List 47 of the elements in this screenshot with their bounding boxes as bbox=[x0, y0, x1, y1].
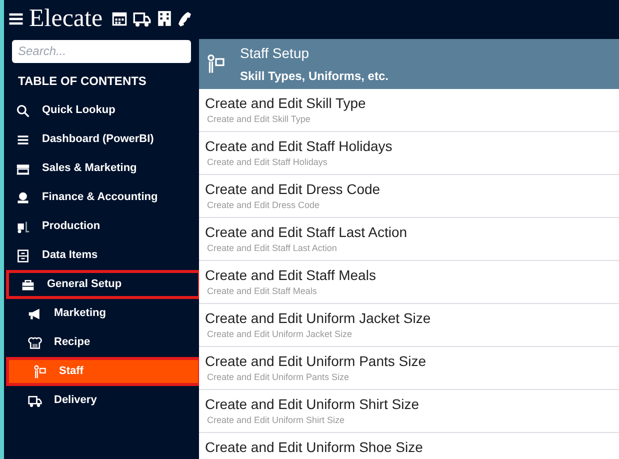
forklift-icon bbox=[16, 220, 30, 234]
menu-icon bbox=[16, 132, 30, 146]
list-item[interactable]: Create and Edit Uniform Jacket Size Create and Edit Uniform Jacket Size bbox=[199, 304, 619, 347]
nav-item[interactable]: Production bbox=[4, 212, 199, 241]
list-item[interactable]: Create and Edit Staff Last Action Create and Edit Staff Last Action bbox=[199, 218, 619, 261]
cabinet-icon bbox=[16, 248, 30, 262]
list-item[interactable]: Create and Edit Skill Type Create and Edit Skill Type bbox=[199, 89, 619, 132]
truck-icon bbox=[28, 394, 42, 408]
item-description: Create and Edit Uniform Shirt Size bbox=[206, 414, 346, 426]
section-heading: TABLE OF CONTENTS bbox=[17, 73, 148, 90]
panel-subtitle: Skill Types, Uniforms, etc. bbox=[240, 68, 388, 85]
list-item[interactable]: Create and Edit Uniform Shoe Size bbox=[199, 433, 619, 459]
item-description: Create and Edit Staff Meals bbox=[206, 285, 318, 297]
nav-item[interactable]: Delivery bbox=[4, 386, 199, 415]
list-item[interactable]: Create and Edit Uniform Pants Size Create and Edit Uniform Pants Size bbox=[199, 347, 619, 390]
nav-item[interactable]: Finance & Accounting bbox=[4, 183, 199, 212]
nav-item[interactable]: Data Items bbox=[4, 241, 199, 270]
calendar-icon bbox=[110, 10, 128, 27]
search-field[interactable]: Search... bbox=[12, 40, 191, 62]
item-description: Create and Edit Uniform Jacket Size bbox=[206, 328, 354, 340]
chef-hat-icon bbox=[28, 336, 42, 350]
panel-title: Staff Setup bbox=[240, 44, 310, 63]
item-description: Create and Edit Uniform Pants Size bbox=[206, 371, 350, 383]
item-description: Create and Edit Staff Last Action bbox=[206, 242, 338, 254]
phone-icon bbox=[176, 10, 193, 26]
nav-item[interactable]: Quick Lookup bbox=[4, 96, 199, 125]
item-description: Create and Edit Staff Holidays bbox=[206, 156, 328, 168]
logo: Elecate bbox=[29, 6, 103, 31]
store-icon bbox=[16, 162, 30, 176]
item-description: Create and Edit Skill Type bbox=[206, 113, 312, 125]
search-icon bbox=[16, 104, 30, 118]
nav-item[interactable]: Recipe bbox=[4, 328, 199, 357]
nav-item[interactable]: Dashboard (PowerBI) bbox=[4, 125, 199, 154]
megaphone-icon bbox=[28, 306, 42, 320]
list-item[interactable]: Create and Edit Dress Code Create and Edit Dress Code bbox=[199, 175, 619, 218]
list-item[interactable]: Create and Edit Uniform Shirt Size Create and Edit Uniform Shirt Size bbox=[199, 390, 619, 433]
list-item[interactable]: Create and Edit Staff Holidays Create and Edit Staff Holidays bbox=[199, 132, 619, 175]
nav-item[interactable]: Marketing bbox=[4, 299, 199, 328]
truck-icon bbox=[132, 10, 152, 28]
item-description: Create and Edit Dress Code bbox=[206, 199, 321, 211]
building-icon bbox=[156, 10, 173, 27]
toolbox-icon bbox=[21, 278, 35, 292]
nav-item[interactable]: Sales & Marketing bbox=[4, 154, 199, 183]
list-item[interactable]: Create and Edit Staff Meals Create and Edit Staff Meals bbox=[199, 261, 619, 304]
worker-icon bbox=[33, 364, 47, 378]
worker-icon bbox=[206, 53, 226, 75]
nav-item[interactable]: General Setup bbox=[6, 270, 201, 299]
